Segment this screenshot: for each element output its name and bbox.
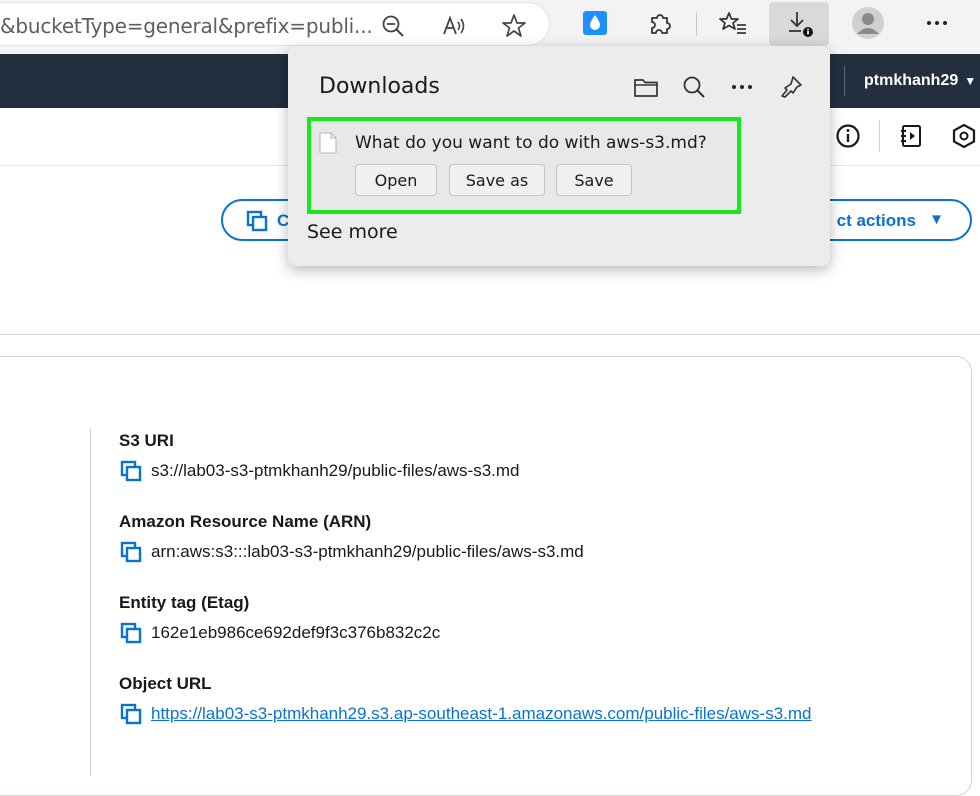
property-etag: Entity tag (Etag) 162e1eb986ce692def9f3c… — [119, 593, 440, 645]
copy-icon[interactable] — [119, 621, 143, 645]
property-s3-uri: S3 URI s3://lab03-s3-ptmkhanh29/public-f… — [119, 431, 520, 483]
header-separator — [879, 120, 880, 152]
read-aloud-icon[interactable] — [441, 13, 467, 39]
extension-drop-icon[interactable] — [580, 8, 610, 38]
address-bar[interactable]: &bucketType=general&prefix=publi... — [0, 2, 550, 46]
copy-icon[interactable] — [119, 702, 143, 726]
favorite-star-icon[interactable] — [501, 13, 527, 39]
open-folder-icon[interactable] — [631, 72, 661, 102]
download-prompt: What do you want to do with aws-s3.md? — [355, 133, 707, 153]
more-options-icon[interactable] — [727, 72, 757, 102]
file-icon — [319, 132, 337, 154]
property-label: S3 URI — [119, 431, 174, 450]
zoom-out-icon[interactable] — [380, 13, 406, 39]
property-value: s3://lab03-s3-ptmkhanh29/public-files/aw… — [151, 461, 520, 480]
extensions-puzzle-icon[interactable] — [645, 8, 675, 38]
chevron-down-icon: ▼ — [929, 211, 944, 228]
more-menu-icon[interactable] — [922, 8, 952, 38]
copy-icon[interactable] — [119, 540, 143, 564]
chevron-down-icon: ▼ — [964, 74, 977, 88]
downloads-icon[interactable] — [784, 8, 814, 38]
column-divider — [90, 428, 91, 776]
save-as-button[interactable]: Save as — [449, 164, 545, 196]
property-object-url: Object URL https://lab03-s3-ptmkhanh29.s… — [119, 674, 812, 726]
object-url-link[interactable]: https://lab03-s3-ptmkhanh29.s3.ap-southe… — [151, 704, 812, 724]
property-value: arn:aws:s3:::lab03-s3-ptmkhanh29/public-… — [151, 542, 584, 561]
header-separator — [844, 66, 845, 96]
property-label: Object URL — [119, 674, 212, 693]
see-more-link[interactable]: See more — [307, 221, 398, 243]
notebook-icon[interactable] — [897, 122, 925, 150]
info-icon[interactable] — [834, 122, 862, 150]
copy-icon — [245, 209, 269, 238]
open-button[interactable]: Open — [355, 164, 437, 196]
property-label: Entity tag (Etag) — [119, 593, 250, 612]
downloads-title: Downloads — [319, 74, 440, 99]
settings-hex-icon[interactable] — [950, 122, 978, 150]
pin-icon[interactable] — [776, 72, 806, 102]
search-icon[interactable] — [679, 72, 709, 102]
profile-avatar-icon[interactable] — [851, 6, 885, 40]
property-value: 162e1eb986ce692def9f3c376b832c2c — [151, 623, 441, 642]
save-button[interactable]: Save — [556, 164, 632, 196]
property-arn: Amazon Resource Name (ARN) arn:aws:s3:::… — [119, 512, 584, 564]
address-text[interactable]: &bucketType=general&prefix=publi... — [0, 14, 373, 38]
object-overview-card — [0, 356, 972, 796]
account-menu[interactable]: ptmkhanh29 ▼ — [864, 72, 976, 90]
toolbar-separator — [696, 12, 697, 36]
copy-icon[interactable] — [119, 459, 143, 483]
download-item-highlight: What do you want to do with aws-s3.md? O… — [307, 117, 741, 214]
downloads-flyout: Downloads What do you want to do with aw… — [288, 46, 830, 266]
favorites-list-icon[interactable] — [718, 8, 748, 38]
section-divider — [0, 334, 980, 335]
property-label: Amazon Resource Name (ARN) — [119, 512, 372, 531]
object-actions-label: ct actions — [836, 211, 916, 230]
account-username: ptmkhanh29 — [864, 72, 959, 89]
